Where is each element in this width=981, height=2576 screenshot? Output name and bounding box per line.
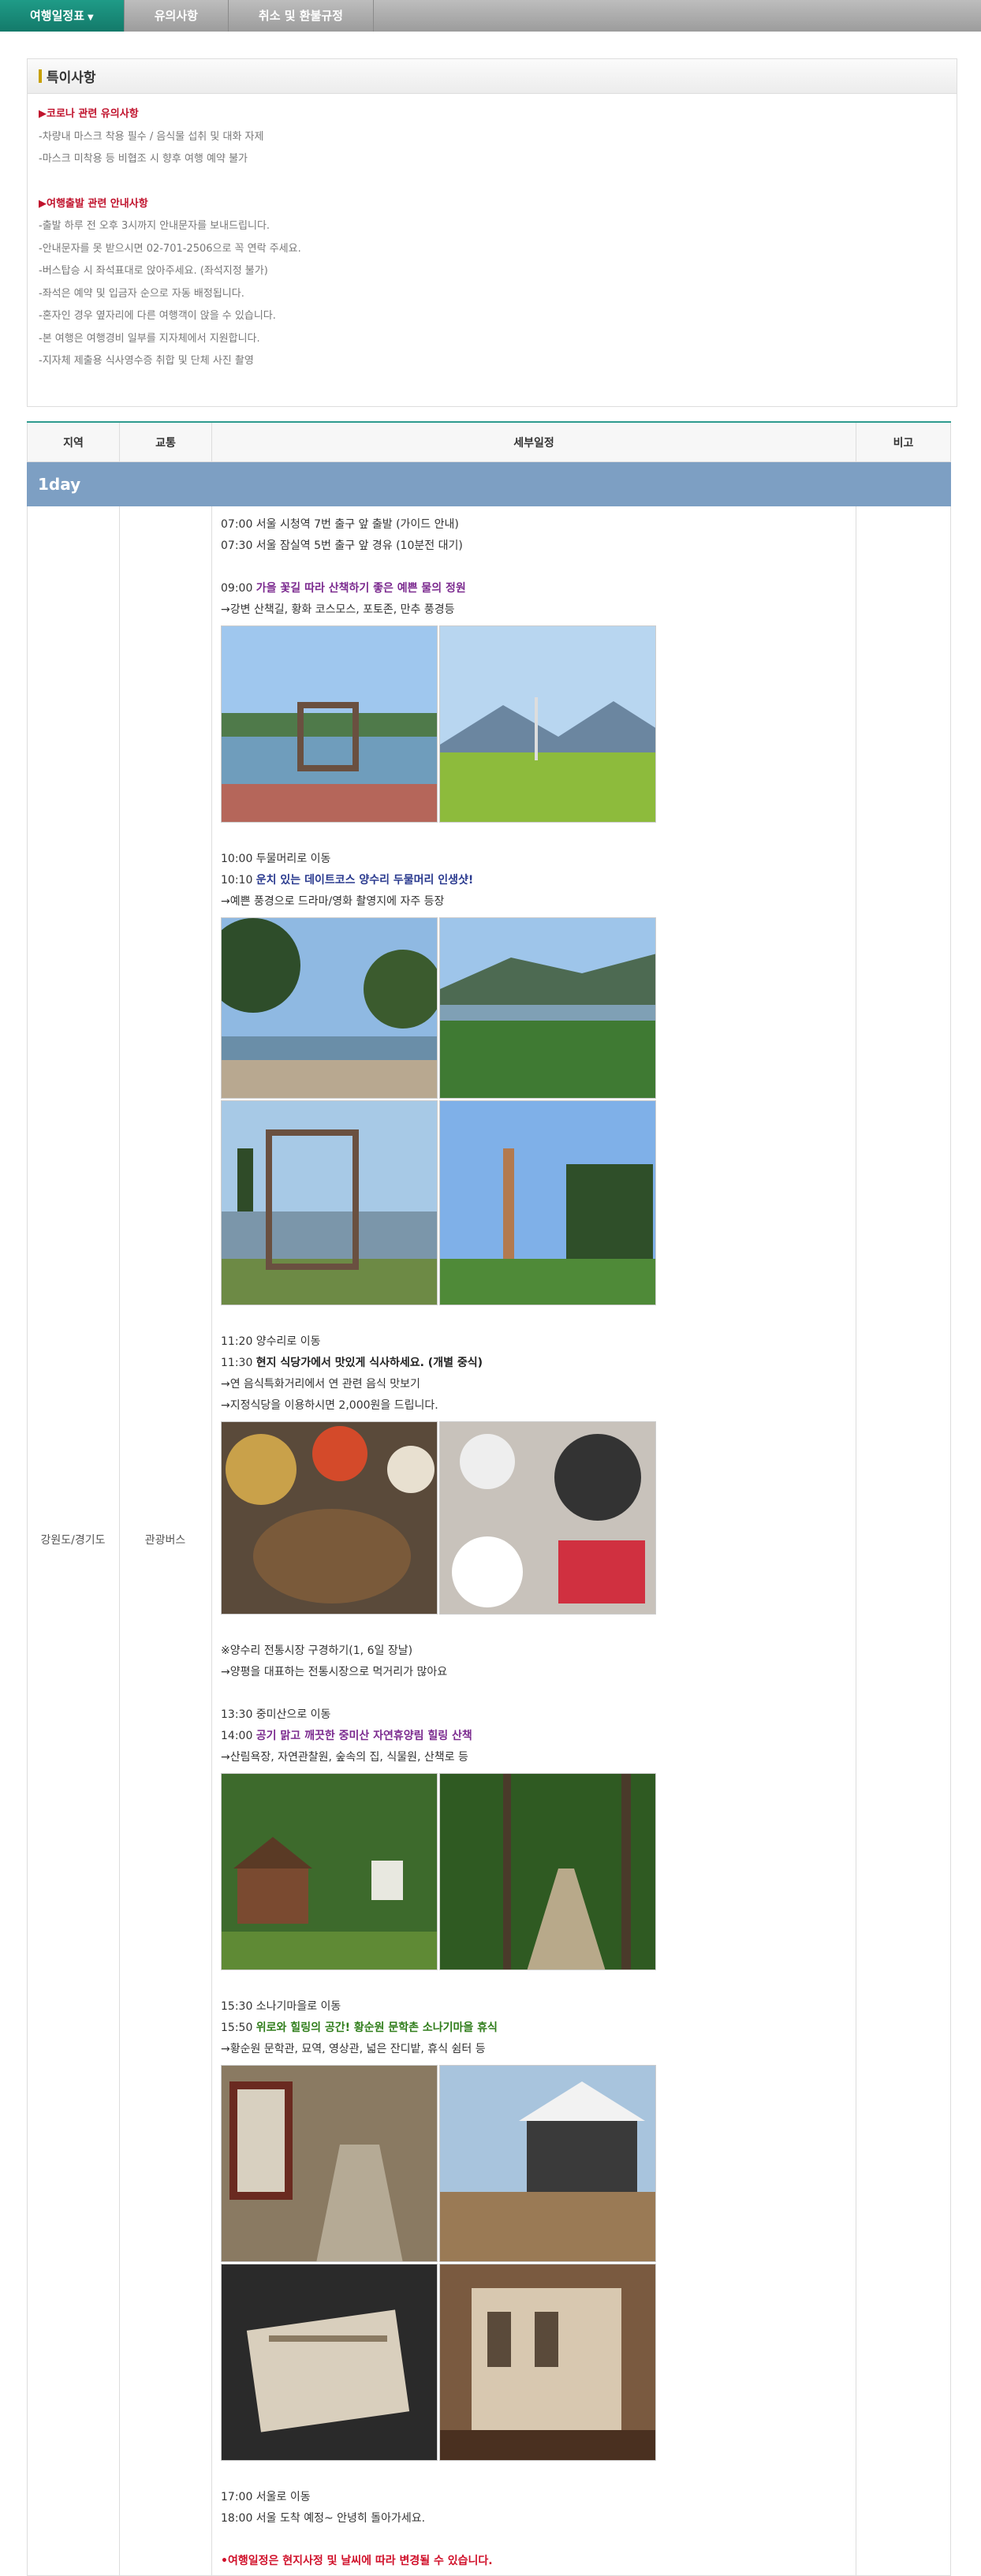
- notice-line: -좌석은 예약 및 입금자 순으로 자동 배정됩니다.: [39, 287, 244, 300]
- schedule-line: 15:30 소나기마을로 이동: [221, 2000, 341, 2013]
- schedule-highlight: 15:50 위로와 힐링의 공간! 황순원 문학촌 소나기마을 휴식: [221, 2022, 498, 2034]
- special-notes-header: 특이사항: [28, 59, 957, 94]
- schedule-line: 10:00 두물머리로 이동: [221, 853, 331, 865]
- photo-meadow-mountains: [439, 625, 656, 823]
- chevron-down-icon: ▼: [88, 13, 94, 22]
- header-detail: 세부일정: [211, 423, 856, 461]
- schedule-highlight: 11:30 현지 식당가에서 맛있게 식사하세요. (개별 중식): [221, 1357, 483, 1369]
- schedule-line: 17:00 서울로 이동: [221, 2491, 311, 2503]
- notice-line: -안내문자를 못 받으시면 02-701-2506으로 꼭 연락 주세요.: [39, 242, 301, 255]
- notice-line: -차량내 마스크 착용 필수 / 음식물 섭취 및 대화 자제: [39, 130, 264, 143]
- schedule-line: ※양수리 전통시장 구경하기(1, 6일 장날): [221, 1645, 413, 1657]
- photo-monument-lotus: [439, 1100, 656, 1305]
- photo-group-lunch: [221, 1421, 852, 1615]
- schedule-line: →지정식당을 이용하시면 2,000원을 드립니다.: [221, 1399, 438, 1412]
- notice-line: -버스탑승 시 좌석표대로 앉아주세요. (좌석지정 불가): [39, 265, 268, 277]
- transport-cell: 관광버스: [144, 1534, 186, 1547]
- photo-group-dumulmeori: [221, 917, 852, 1305]
- schedule-highlight: 10:10 운치 있는 데이트코스 양수리 두물머리 인생샷!: [221, 874, 474, 887]
- schedule-line: →황순원 문학관, 묘역, 영상관, 넓은 잔디밭, 휴식 쉼터 등: [221, 2043, 486, 2055]
- schedule-line: →산림욕장, 자연관찰원, 숲속의 집, 식물원, 산책로 등: [221, 1751, 468, 1764]
- photo-forest-cabin: [221, 1773, 438, 1970]
- schedule-detail: 07:00 서울 시청역 7번 출구 앞 출발 (가이드 안내) 07:30 서…: [221, 514, 852, 2572]
- departure-notice-title: ▶여행출발 관련 안내사항: [39, 197, 148, 210]
- notice-line: -지자체 제출용 식사영수증 취합 및 단체 사진 촬영: [39, 355, 254, 367]
- photo-manuscript-display: [221, 2264, 438, 2461]
- photo-shabu-table: [439, 1421, 656, 1615]
- tab-precautions[interactable]: 유의사항: [125, 0, 229, 32]
- title-marker-icon: [39, 69, 42, 83]
- schedule-line: 13:30 중미산으로 이동: [221, 1708, 331, 1721]
- region-cell: 강원도/경기도: [40, 1534, 106, 1547]
- schedule-line: →연 음식특화거리에서 연 관련 음식 맛보기: [221, 1378, 420, 1391]
- day-label: 1day: [27, 462, 951, 506]
- top-tabs: 여행일정표 ▼ 유의사항 취소 및 환불규정: [0, 0, 981, 32]
- itinerary-disclaimer: •여행일정은 현지사정 및 날씨에 따라 변경될 수 있습니다.: [221, 2555, 493, 2567]
- schedule-line: 07:30 서울 잠실역 5번 출구 앞 경유 (10분전 대기): [221, 539, 463, 552]
- notice-line: -마스크 미착용 등 비협조 시 향후 여행 예약 불가: [39, 153, 248, 165]
- covid-notice-title: ▶코로나 관련 유의사항: [39, 108, 139, 120]
- photo-frame-river: [221, 1100, 438, 1305]
- schedule-line: 07:00 서울 시청역 7번 출구 앞 출발 (가이드 안내): [221, 518, 459, 531]
- special-notes-box: 특이사항 ▶코로나 관련 유의사항 -차량내 마스크 착용 필수 / 음식물 섭…: [27, 58, 957, 407]
- schedule-line: →양평을 대표하는 전통시장으로 먹거리가 많아요: [221, 1666, 448, 1678]
- itinerary-table: 지역 교통 세부일정 비고 1day 강원도/경기도 관광버스 07:00 서울…: [27, 421, 951, 2576]
- schedule-line: →강변 산책길, 황화 코스모스, 포토존, 만추 풍경등: [221, 603, 455, 616]
- header-note: 비고: [856, 423, 951, 461]
- photo-frame-lake: [221, 625, 438, 823]
- tab-itinerary[interactable]: 여행일정표 ▼: [0, 0, 125, 32]
- schedule-line: 11:20 양수리로 이동: [221, 1335, 321, 1348]
- header-transport: 교통: [119, 423, 211, 461]
- photo-stone-path: [221, 2065, 438, 2262]
- schedule-highlight: 09:00 가을 꽃길 따라 산책하기 좋은 예쁜 물의 정원: [221, 582, 466, 595]
- photo-riverside-trees: [221, 917, 438, 1099]
- special-notes-body: ▶코로나 관련 유의사항 -차량내 마스크 착용 필수 / 음식물 섭취 및 대…: [28, 94, 957, 383]
- notice-line: -혼자인 경우 옆자리에 다른 여행객이 앉을 수 있습니다.: [39, 310, 276, 322]
- table-row: 강원도/경기도 관광버스 07:00 서울 시청역 7번 출구 앞 출발 (가이…: [27, 506, 951, 2576]
- photo-literature-hall: [439, 2065, 656, 2262]
- schedule-line: →예쁜 풍경으로 드라마/영화 촬영지에 자주 등장: [221, 895, 445, 908]
- photo-gallery-hallway: [439, 2264, 656, 2461]
- notice-line: -본 여행은 여행경비 일부를 지자체에서 지원합니다.: [39, 332, 260, 345]
- photo-lotus-rice-meal: [221, 1421, 438, 1615]
- photo-group-water-garden: [221, 625, 852, 823]
- schedule-highlight: 14:00 공기 맑고 깨끗한 중미산 자연휴양림 힐링 산책: [221, 1730, 472, 1742]
- photo-lotus-field: [439, 917, 656, 1099]
- tab-refund-policy[interactable]: 취소 및 환불규정: [229, 0, 374, 32]
- photo-group-sonagi-village: [221, 2065, 852, 2461]
- table-header: 지역 교통 세부일정 비고: [27, 423, 951, 462]
- photo-group-forest: [221, 1773, 852, 1970]
- header-region: 지역: [27, 423, 119, 461]
- photo-forest-path: [439, 1773, 656, 1970]
- notice-line: -출발 하루 전 오후 3시까지 안내문자를 보내드립니다.: [39, 220, 270, 232]
- schedule-line: 18:00 서울 도착 예정~ 안녕히 돌아가세요.: [221, 2512, 426, 2525]
